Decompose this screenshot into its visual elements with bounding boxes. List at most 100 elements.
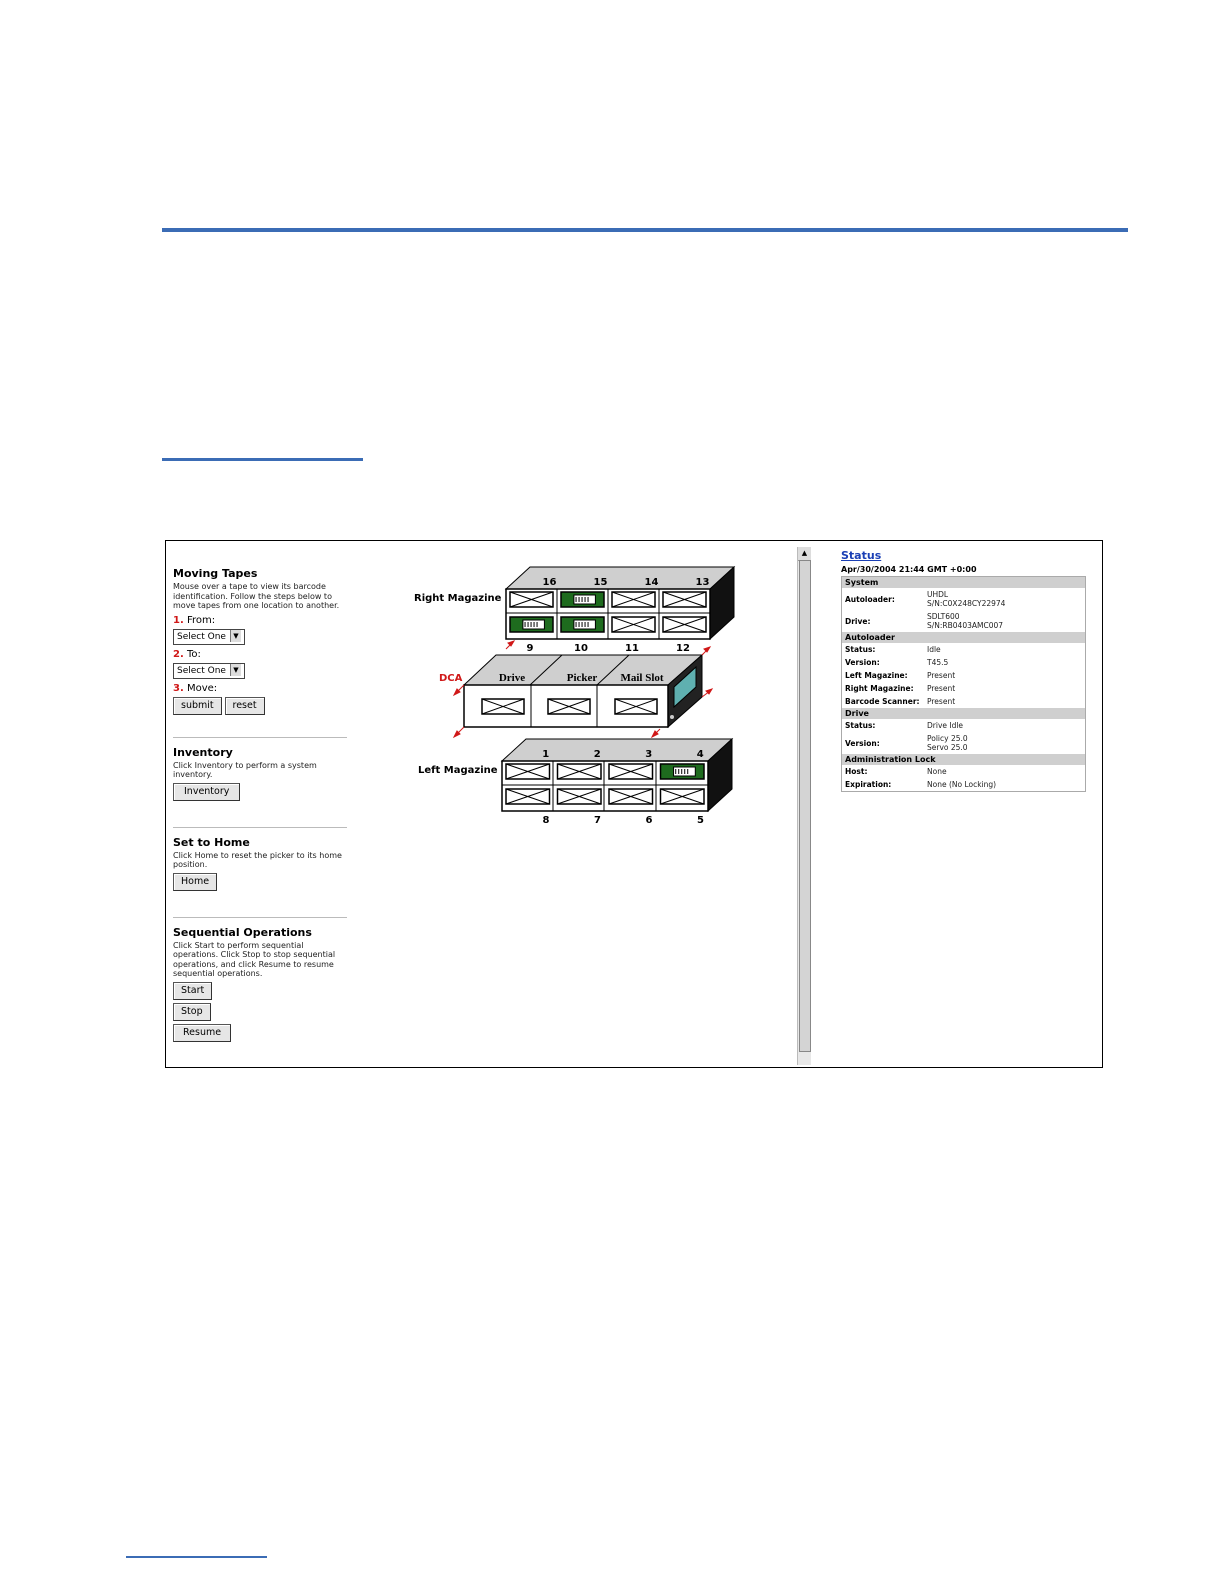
slot-number-label: 2 (594, 749, 601, 760)
slot-number-label: 13 (696, 577, 710, 588)
sequential-desc: Click Start to perform sequential operat… (173, 940, 336, 979)
slot-number-label: 16 (543, 577, 557, 588)
status-key: Expiration: (845, 780, 892, 789)
status-key: Version: (845, 658, 880, 667)
moving-tapes-title: Moving Tapes (173, 567, 258, 580)
home-button[interactable]: Home (173, 872, 218, 891)
status-key: Barcode Scanner: (845, 697, 920, 706)
footer-rule (126, 1556, 267, 1558)
dca-unit (462, 653, 704, 729)
status-key: Right Magazine: (845, 684, 914, 693)
mail-slot-label: Mail Slot (620, 672, 663, 684)
status-row: Status: Idle (842, 643, 1085, 656)
status-value: None (927, 767, 947, 776)
status-row: Drive: SDLT600 S/N:RB0403AMC007 (842, 610, 1085, 632)
operations-panel: Moving Tapes Mouse over a tape to view i… (173, 567, 349, 1042)
status-section-header: Drive (842, 708, 1085, 719)
scroll-thumb[interactable] (799, 560, 811, 1052)
slot-number-label: 15 (594, 577, 608, 588)
divider (173, 736, 347, 738)
step-label: From: (186, 614, 216, 626)
status-value: UHDL S/N:C0X248CY22974 (927, 590, 1006, 608)
start-button[interactable]: Start (173, 981, 213, 1000)
step-number: 2. (173, 648, 184, 660)
from-select[interactable]: Select One ▼ (173, 628, 245, 645)
from-select-value: Select One (177, 631, 226, 642)
status-panel: Status Apr/30/2004 21:44 GMT +0:00 Syste… (841, 549, 1086, 792)
step-number: 1. (173, 614, 184, 626)
status-row: Autoloader: UHDL S/N:C0X248CY22974 (842, 588, 1085, 610)
status-value: Idle (927, 645, 941, 654)
status-row: Expiration: None (No Locking) (842, 778, 1085, 791)
status-section-header: Administration Lock (842, 754, 1085, 765)
set-home-desc: Click Home to reset the picker to its ho… (173, 850, 342, 870)
status-row: Barcode Scanner: Present (842, 695, 1085, 708)
slot-number-label: 6 (646, 815, 653, 826)
inventory-button[interactable]: Inventory (173, 782, 241, 801)
to-select-value: Select One (177, 665, 226, 676)
status-value: Policy 25.0 Servo 25.0 (927, 734, 968, 752)
status-key: Status: (845, 645, 876, 654)
resume-button[interactable]: Resume (173, 1023, 232, 1042)
status-key: Host: (845, 767, 868, 776)
status-timestamp: Apr/30/2004 21:44 GMT +0:00 (841, 565, 977, 574)
autoloader-ui-screenshot: Moving Tapes Mouse over a tape to view i… (165, 540, 1103, 1068)
section-rule (162, 458, 363, 461)
status-section-header: Autoloader (842, 632, 1085, 643)
chevron-down-icon: ▼ (229, 663, 241, 676)
slot-number-label: 3 (645, 749, 652, 760)
set-home-title: Set to Home (173, 835, 250, 849)
step-move: 3. Move: (173, 683, 349, 694)
slot-number-label: 1 (542, 749, 549, 760)
submit-button[interactable]: submit (173, 696, 222, 715)
status-key: Status: (845, 721, 876, 730)
header-rule (162, 228, 1128, 232)
vertical-scrollbar[interactable]: ▲ (797, 547, 811, 1065)
status-link[interactable]: Status (841, 549, 1086, 562)
status-key: Drive: (845, 616, 871, 626)
step-from: 1. From: (173, 615, 349, 626)
status-row: Left Magazine: Present (842, 669, 1085, 682)
set-home-section: Set to Home Click Home to reset the pick… (173, 836, 349, 891)
slot-number-label: 4 (697, 749, 704, 760)
status-value: Drive Idle (927, 721, 964, 730)
slot-number-label: 8 (543, 815, 550, 826)
status-value: SDLT600 S/N:RB0403AMC007 (927, 612, 1004, 630)
slot-number-label: 5 (697, 815, 704, 826)
status-key: Left Magazine: (845, 671, 908, 680)
status-key: Autoloader: (845, 594, 895, 604)
drive-label: Drive (499, 672, 525, 684)
reset-button[interactable]: reset (224, 696, 265, 715)
status-value: None (No Locking) (927, 780, 997, 789)
to-select[interactable]: Select One ▼ (173, 662, 245, 679)
inventory-section: Inventory Click Inventory to perform a s… (173, 746, 349, 801)
slot-number-label: 11 (625, 643, 639, 654)
slot-number-label: 12 (676, 643, 690, 654)
status-row: Status: Drive Idle (842, 719, 1085, 732)
slot-number-label: 7 (594, 815, 601, 826)
divider (173, 826, 347, 828)
moving-tapes-desc: Mouse over a tape to view its barcode id… (173, 582, 340, 610)
step-number: 3. (173, 682, 184, 694)
status-value: T45.5 (927, 658, 949, 667)
inventory-title: Inventory (173, 745, 233, 759)
status-value: Present (927, 697, 956, 706)
status-key: Version: (845, 738, 880, 748)
status-value: Present (927, 684, 956, 693)
slot-number-label: 14 (645, 577, 659, 588)
status-value: Present (927, 671, 956, 680)
picker-label: Picker (567, 672, 598, 684)
chevron-down-icon: ▼ (229, 629, 241, 642)
step-label: To: (186, 648, 201, 660)
status-table: System Autoloader: UHDL S/N:C0X248CY22974 Dr… (841, 576, 1086, 792)
divider (173, 916, 347, 918)
sequential-title: Sequential Operations (173, 925, 312, 939)
step-label: Move: (186, 682, 218, 694)
stop-button[interactable]: Stop (173, 1002, 211, 1021)
status-row: Version: Policy 25.0 Servo 25.0 (842, 732, 1085, 754)
right-magazine-label: Right Magazine (414, 593, 502, 604)
scroll-up-icon[interactable]: ▲ (798, 547, 811, 561)
status-section-header: System (842, 577, 1085, 588)
left-magazine-label: Left Magazine (418, 765, 498, 776)
moving-tapes-section: Moving Tapes Mouse over a tape to view i… (173, 567, 349, 715)
